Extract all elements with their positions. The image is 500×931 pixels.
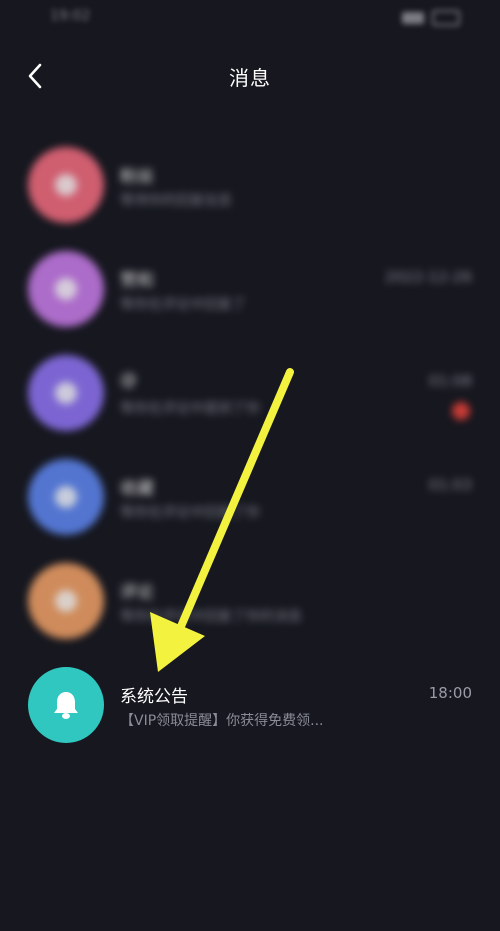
status-icons (402, 10, 460, 26)
avatar (28, 355, 104, 431)
user-icon (55, 174, 77, 196)
star-icon (55, 486, 77, 508)
message-time: 2022-12-26 (384, 268, 472, 286)
message-row-comments[interactable]: 评论 等你在评论中回复了你的消息 (0, 548, 500, 652)
status-time: 19:02 (50, 8, 91, 24)
message-subtitle: 等你在评论中提到了你 (120, 401, 260, 417)
avatar (28, 251, 104, 327)
comment-icon (55, 590, 77, 612)
message-subtitle: 【VIP领取提醒】你获得免费领... (120, 713, 324, 729)
message-subtitle: 等你在评论中回复了你的消息 (120, 609, 302, 625)
message-time: 01:03 (428, 476, 472, 494)
message-row-favorites[interactable]: 收藏 等你在评论中回复了你 01:03 (0, 444, 500, 548)
message-time: 01:08 (428, 372, 472, 390)
message-subtitle: 等待你的回复信息 (120, 193, 232, 209)
battery-icon (432, 10, 460, 26)
status-bar: 19:02 (0, 0, 500, 36)
avatar (28, 147, 104, 223)
nav-bar: 消息 (0, 48, 500, 104)
avatar (28, 667, 104, 743)
message-subtitle: 等你在评论中回复了 (120, 297, 246, 313)
at-icon (55, 382, 77, 404)
message-title: 收藏 (120, 479, 154, 499)
message-row-system-notice[interactable]: 系统公告 【VIP领取提醒】你获得免费领... 18:00 (0, 652, 500, 756)
bell-icon (54, 692, 78, 719)
message-list: 粉丝 等待你的回复信息 赞和 等你在评论中回复了 2022-12-26 @ 等你… (0, 132, 500, 756)
message-row-likes[interactable]: 赞和 等你在评论中回复了 2022-12-26 (0, 236, 500, 340)
message-title: 粉丝 (120, 167, 154, 187)
unread-badge (452, 402, 470, 420)
page-title: 消息 (229, 66, 271, 90)
avatar (28, 459, 104, 535)
message-title: 系统公告 (120, 687, 188, 707)
message-title: 赞和 (120, 271, 154, 291)
message-title: 评论 (120, 583, 154, 603)
message-subtitle: 等你在评论中回复了你 (120, 505, 260, 521)
signal-icon (402, 12, 424, 24)
message-time: 18:00 (428, 684, 472, 702)
message-row-mentions[interactable]: @ 等你在评论中提到了你 01:08 (0, 340, 500, 444)
message-row-fans[interactable]: 粉丝 等待你的回复信息 (0, 132, 500, 236)
heart-icon (55, 278, 77, 300)
avatar (28, 563, 104, 639)
message-title: @ (120, 370, 137, 390)
